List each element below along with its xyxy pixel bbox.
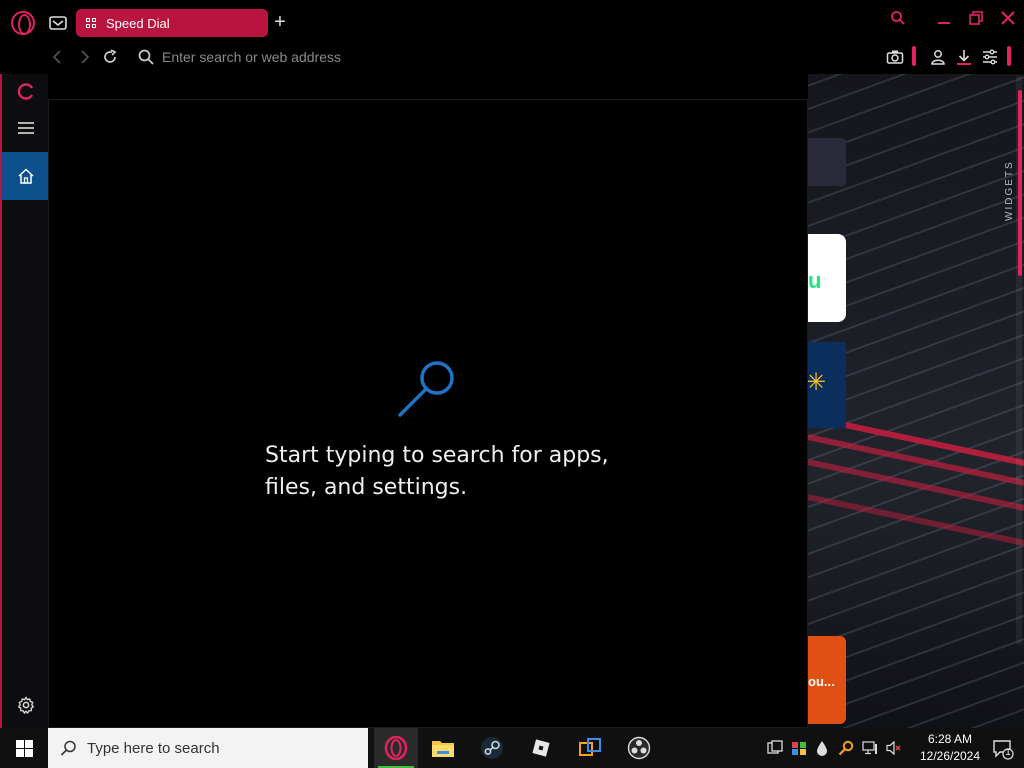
speed-dial-tile-label: ou... — [808, 674, 835, 689]
reload-button[interactable] — [101, 48, 119, 66]
tab-islands-icon[interactable] — [47, 12, 69, 34]
address-input[interactable] — [162, 46, 762, 68]
accent-bar — [1007, 46, 1011, 66]
obs-icon — [627, 736, 651, 760]
taskbar: Type here to search 6:28 AM 12/26/2024 1 — [0, 728, 1024, 768]
accent-bar — [912, 46, 916, 66]
taskbar-file-explorer-button[interactable] — [421, 728, 465, 768]
minimize-button[interactable] — [932, 8, 956, 28]
snapshot-camera-icon[interactable] — [885, 47, 905, 67]
opera-logo-icon[interactable] — [11, 11, 35, 35]
close-button[interactable] — [996, 8, 1020, 28]
home-icon[interactable] — [2, 152, 50, 200]
forward-button[interactable] — [76, 48, 94, 66]
tab-bar: Speed Dial + — [0, 0, 1024, 40]
taskbar-search-box[interactable]: Type here to search — [48, 728, 368, 768]
taskbar-obs-button[interactable] — [617, 728, 661, 768]
menu-icon[interactable] — [2, 118, 50, 138]
search-tray-icon[interactable] — [838, 740, 854, 756]
search-magnifier-icon — [397, 354, 461, 418]
restore-button[interactable] — [964, 8, 988, 28]
aria-icon[interactable] — [16, 82, 36, 100]
search-tabs-icon[interactable] — [886, 8, 910, 28]
roblox-icon — [532, 739, 550, 757]
speed-dial-grid-icon — [86, 17, 97, 29]
windows-search-flyout: Start typing to search for apps, files, … — [48, 99, 808, 728]
taskbar-roblox-button[interactable] — [519, 728, 563, 768]
task-view-icon[interactable] — [767, 740, 783, 756]
settings-gear-icon[interactable] — [2, 694, 50, 716]
back-button[interactable] — [48, 48, 66, 66]
search-icon — [137, 48, 155, 66]
account-icon[interactable] — [928, 47, 948, 67]
file-explorer-icon — [432, 741, 454, 757]
search-hint-text: Start typing to search for apps, files, … — [265, 443, 609, 500]
speed-dial-tile-label: u — [808, 268, 822, 293]
steam-icon — [481, 737, 503, 759]
start-windows-icon[interactable] — [0, 728, 48, 768]
sidebar — [0, 74, 50, 728]
download-icon[interactable] — [954, 47, 974, 67]
clock-date: 12/26/2024 — [919, 749, 981, 763]
tab-speed-dial[interactable]: Speed Dial — [76, 9, 268, 37]
walmart-spark-icon: ✳ — [806, 369, 827, 396]
taskbar-search-placeholder: Type here to search — [87, 739, 220, 757]
network-icon[interactable] — [862, 740, 878, 756]
cloud-sync-icon[interactable] — [791, 740, 807, 756]
opera-icon — [384, 736, 408, 760]
notification-count: 1 — [1005, 747, 1011, 757]
droplet-icon[interactable] — [814, 740, 830, 756]
system-tray: 6:28 AM 12/26/2024 1 — [760, 728, 1024, 768]
scrollbar-thumb[interactable] — [1018, 90, 1022, 276]
volume-muted-icon[interactable] — [886, 740, 902, 756]
tab-title: Speed Dial — [106, 15, 170, 31]
address-bar-row — [0, 40, 1024, 74]
taskbar-virtualbox-button[interactable] — [568, 728, 612, 768]
speed-dial-tile[interactable] — [808, 138, 846, 186]
taskbar-steam-button[interactable] — [470, 728, 514, 768]
taskbar-opera-button[interactable] — [374, 728, 418, 768]
notification-center-button[interactable]: 1 — [992, 738, 1014, 760]
easy-setup-icon[interactable] — [980, 47, 1000, 67]
search-icon — [60, 740, 76, 756]
new-tab-button[interactable]: + — [271, 12, 289, 32]
clock-time: 6:28 AM — [927, 732, 973, 746]
clock[interactable]: 6:28 AM 12/26/2024 — [910, 731, 990, 765]
virtualbox-icon — [579, 738, 601, 756]
